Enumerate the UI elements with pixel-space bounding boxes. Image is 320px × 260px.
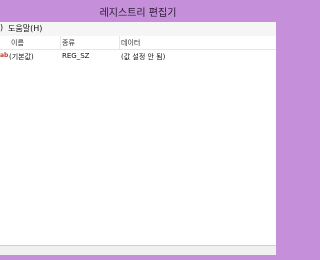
column-divider[interactable] [60,36,61,49]
value-data: (값 설정 안 됨) [121,53,166,61]
value-type: REG_SZ [62,52,90,60]
menu-bar: ) 도움말(H) [0,22,276,37]
registry-editor-window: 레지스트리 편집기 ) 도움말(H) 이름 종류 데이터 ab (기본값) RE… [0,0,276,260]
column-header-type[interactable]: 종류 [62,38,75,48]
column-header-name[interactable]: 이름 [11,38,24,48]
menu-item-help[interactable]: 도움말(H) [8,23,42,34]
table-row[interactable]: ab (기본값) REG_SZ (값 설정 안 됨) [0,50,276,62]
value-name: (기본값) [9,53,34,61]
title-bar[interactable]: 레지스트리 편집기 [0,0,276,22]
column-header-row: 이름 종류 데이터 [0,36,276,50]
ab-string-value-icon: ab [0,52,9,59]
menu-item-partial[interactable]: ) [0,23,3,32]
window-bottom-frame [0,255,276,260]
column-divider[interactable] [119,36,120,49]
column-header-data[interactable]: 데이터 [121,38,140,48]
window-title: 레지스트리 편집기 [99,7,177,19]
values-list-view[interactable]: 이름 종류 데이터 ab (기본값) REG_SZ (값 설정 안 됨) [0,36,276,245]
